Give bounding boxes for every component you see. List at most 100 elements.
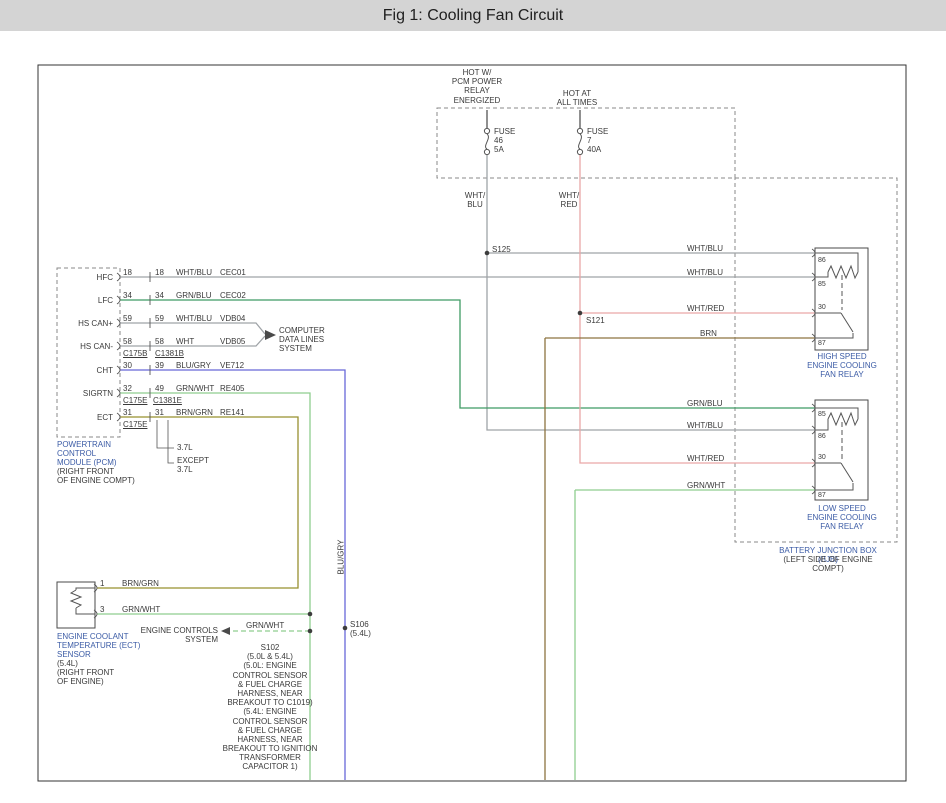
label-58: 58	[123, 337, 132, 346]
fuse7-terminal-bottom	[577, 149, 582, 154]
label-right-front: (RIGHT FRONT OF ENGINE COMPT)	[57, 467, 135, 485]
splice-s106	[343, 626, 348, 631]
label-wht-blu: WHT/BLU	[687, 421, 723, 430]
splice-s121	[578, 311, 583, 316]
label-grn-blu: GRN/BLU	[176, 291, 212, 300]
link-c1381e[interactable]: C1381E	[153, 396, 182, 405]
wire-high-relay-coil	[828, 266, 858, 278]
label-lfc: LFC	[98, 296, 113, 305]
label-ve712: VE712	[220, 361, 244, 370]
wire-ect-pin1-stub	[76, 588, 95, 590]
label-hot-at: HOT AT ALL TIMES	[557, 89, 597, 107]
label-engine-controls-system: ENGINE CONTROLS SYSTEM	[141, 626, 218, 644]
wire-ect-resistor	[71, 590, 81, 608]
label-hot-w: HOT W/ PCM POWER RELAY ENERGIZED	[452, 68, 502, 105]
label-3-7l: 3.7L	[177, 443, 193, 452]
label-cht: CHT	[97, 366, 113, 375]
pin-connector-arc	[117, 413, 120, 421]
figure-title: Fig 1: Cooling Fan Circuit	[383, 7, 564, 25]
label-87: 87	[818, 340, 826, 348]
label-grn-wht: GRN/WHT	[176, 384, 214, 393]
label-34: 34	[155, 291, 164, 300]
label-vdb04: VDB04	[220, 314, 245, 323]
label-vdb05: VDB05	[220, 337, 245, 346]
wiring-diagram: HOT W/ PCM POWER RELAY ENERGIZED HOT AT A…	[0, 0, 946, 803]
label-grn-wht: GRN/WHT	[687, 481, 725, 490]
label-49: 49	[155, 384, 164, 393]
wire-brn-grn-ect	[97, 417, 298, 588]
pin-connector-arc	[117, 273, 120, 281]
label-s102: S102 (5.0L & 5.4L) (5.0L: ENGINE CONTROL…	[223, 643, 318, 772]
label-except: EXCEPT 3.7L	[177, 456, 209, 474]
label-wht-red: WHT/RED	[687, 304, 724, 313]
label-brn-grn: BRN/GRN	[122, 579, 159, 588]
label-39: 39	[155, 361, 164, 370]
wire-low-relay-coil-bottom	[815, 419, 828, 430]
pcm-box	[57, 268, 120, 437]
label-wht-blu: WHT/BLU	[687, 244, 723, 253]
figure-title-bar: Fig 1: Cooling Fan Circuit	[0, 0, 946, 31]
wire-note-except-3-7l-line	[168, 420, 174, 463]
label-grn-wht: GRN/WHT	[246, 621, 284, 630]
label-wht-blu: WHT/BLU	[687, 268, 723, 277]
wire-wht-blu-hs-can-plus	[120, 323, 265, 334]
label-re405: RE405	[220, 384, 244, 393]
wire-ect-pin3-stub	[76, 608, 95, 614]
label-wht-blu: WHT/BLU	[176, 268, 212, 277]
label-fuse-46: FUSE 46 5A	[494, 127, 515, 155]
label-18: 18	[123, 268, 132, 277]
label-18: 18	[155, 268, 164, 277]
label-s106: S106 (5.4L)	[350, 620, 371, 638]
label-low-speed-fan-relay: LOW SPEED ENGINE COOLING FAN RELAY	[807, 504, 877, 532]
label-computer-data-lines-system: COMPUTER DATA LINES SYSTEM	[279, 326, 325, 354]
label-fuse-7: FUSE 7 40A	[587, 127, 608, 155]
label-wht-blu: WHT/BLU	[176, 314, 212, 323]
fuse46-element	[486, 134, 489, 149]
wire-low-relay-87-stub	[815, 483, 853, 490]
label-59: 59	[123, 314, 132, 323]
label-brn-grn: BRN/GRN	[176, 408, 213, 417]
link-c175e[interactable]: C175E	[123, 420, 147, 429]
label-s125: S125	[492, 245, 511, 254]
label-pcm: POWERTRAIN CONTROL MODULE (PCM)	[57, 440, 117, 468]
label-31: 31	[155, 408, 164, 417]
engine-controls-arrow	[221, 627, 230, 635]
wire-low-relay-coil	[828, 413, 858, 425]
label-grn-blu: GRN/BLU	[687, 399, 723, 408]
label-59: 59	[155, 314, 164, 323]
label-87: 87	[818, 492, 826, 500]
label-cec01: CEC01	[220, 268, 246, 277]
label-58: 58	[155, 337, 164, 346]
label-re141: RE141	[220, 408, 244, 417]
wire-high-relay-87-stub	[815, 333, 853, 338]
wire-low-relay-blade	[841, 463, 853, 482]
label-5-4l: (5.4L) (RIGHT FRONT OF ENGINE)	[57, 659, 114, 687]
wire-high-relay-coil-bottom	[815, 272, 828, 277]
link-c1381b[interactable]: C1381B	[155, 349, 184, 358]
label-s121: S121	[586, 316, 605, 325]
label-blu-gry-vertical: BLU/GRY	[336, 540, 345, 575]
label-wht: WHT/ BLU	[465, 191, 485, 209]
label-30: 30	[818, 304, 826, 312]
fuse7-terminal-top	[577, 128, 582, 133]
wire-note-3-7l-line	[157, 420, 174, 448]
label-wht: WHT	[176, 337, 194, 346]
label-86: 86	[818, 433, 826, 441]
splice-s102	[308, 629, 313, 634]
label-sigrtn: SIGRTN	[83, 389, 113, 398]
fuse7-element	[579, 134, 582, 149]
label-hs-can: HS CAN-	[80, 342, 113, 351]
link-c175e[interactable]: C175E	[123, 396, 147, 405]
label-31: 31	[123, 408, 132, 417]
label-85: 85	[818, 411, 826, 419]
link-c175b[interactable]: C175B	[123, 349, 147, 358]
label-high-speed-fan-relay: HIGH SPEED ENGINE COOLING FAN RELAY	[807, 352, 877, 380]
label-85: 85	[818, 281, 826, 289]
label-hfc: HFC	[97, 273, 113, 282]
label-30: 30	[123, 361, 132, 370]
label-left-side-of-engine-compt: (LEFT SIDE OF ENGINE COMPT)	[769, 555, 887, 573]
label-hs-can+: HS CAN+	[78, 319, 113, 328]
junction-grn-wht	[308, 612, 313, 617]
label-86: 86	[818, 257, 826, 265]
label-ect: ECT	[97, 413, 113, 422]
